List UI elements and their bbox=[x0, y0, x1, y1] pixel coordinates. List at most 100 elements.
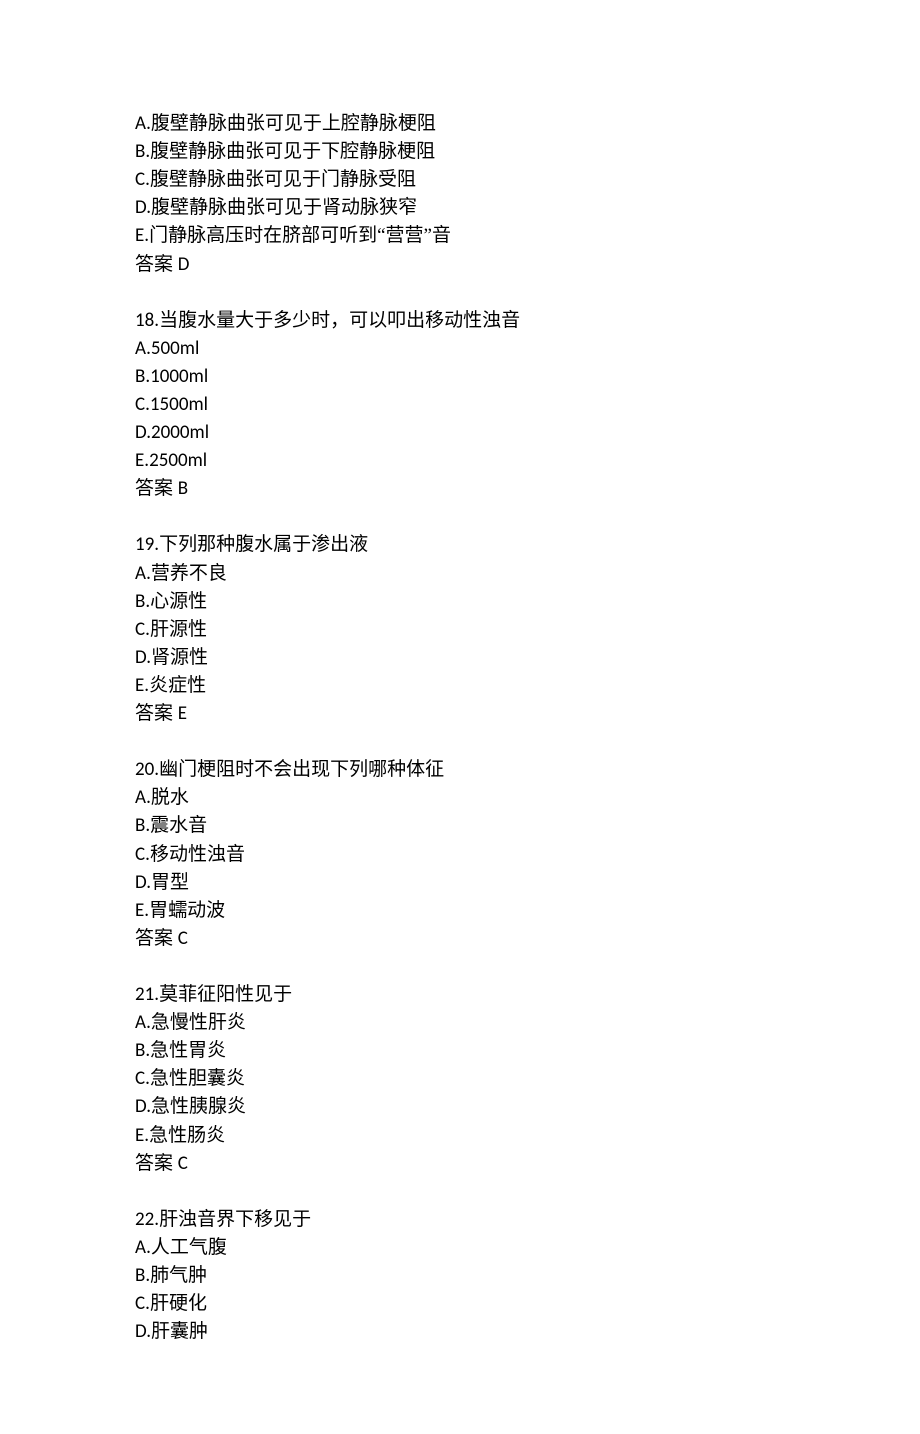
option-e: E.炎症性 bbox=[135, 672, 785, 700]
option-letter: D. bbox=[135, 196, 151, 219]
question-block: 22.肝浊音界下移见于 A.人工气腹 B.肺气肿 C.肝硬化 D.肝囊肿 bbox=[135, 1206, 785, 1347]
answer-line: 答案 C bbox=[135, 1150, 785, 1178]
option-letter: A. bbox=[135, 1011, 151, 1034]
option-text: 肝硬化 bbox=[150, 1293, 207, 1314]
answer-label: 答案 bbox=[135, 1153, 178, 1174]
option-letter: B. bbox=[135, 590, 150, 613]
question-number: 20. bbox=[135, 758, 159, 781]
option-e: E.胃蠕动波 bbox=[135, 897, 785, 925]
option-a: A.500ml bbox=[135, 335, 785, 363]
question-block: 20.幽门梗阻时不会出现下列哪种体征 A.脱水 B.震水音 C.移动性浊音 D.… bbox=[135, 756, 785, 953]
option-d: D.急性胰腺炎 bbox=[135, 1093, 785, 1121]
answer-line: 答案 C bbox=[135, 925, 785, 953]
option-letter: A. bbox=[135, 562, 151, 585]
option-b: B.1000ml bbox=[135, 363, 785, 391]
question-block: A.腹壁静脉曲张可见于上腔静脉梗阻 B.腹壁静脉曲张可见于下腔静脉梗阻 C.腹壁… bbox=[135, 110, 785, 279]
answer-line: 答案 B bbox=[135, 475, 785, 503]
answer-line: 答案 D bbox=[135, 251, 785, 279]
answer-value: D bbox=[178, 253, 190, 276]
answer-line: 答案 E bbox=[135, 700, 785, 728]
option-letter: A. bbox=[135, 786, 151, 809]
option-d: D.胃型 bbox=[135, 869, 785, 897]
answer-value: C bbox=[178, 927, 188, 950]
option-text: 急性胰腺炎 bbox=[151, 1096, 246, 1117]
stem-text: 肝浊音界下移见于 bbox=[159, 1209, 311, 1230]
answer-label: 答案 bbox=[135, 928, 178, 949]
question-number: 21. bbox=[135, 983, 159, 1006]
option-text: 急性胆囊炎 bbox=[150, 1068, 245, 1089]
option-letter: D. bbox=[135, 871, 151, 894]
question-block: 19.下列那种腹水属于渗出液 A.营养不良 B.心源性 C.肝源性 D.肾源性 … bbox=[135, 531, 785, 728]
answer-label: 答案 bbox=[135, 703, 178, 724]
option-text: 急慢性肝炎 bbox=[151, 1012, 246, 1033]
answer-label: 答案 bbox=[135, 478, 178, 499]
question-stem: 22.肝浊音界下移见于 bbox=[135, 1206, 785, 1234]
option-a: A.脱水 bbox=[135, 784, 785, 812]
question-number: 18. bbox=[135, 309, 159, 332]
option-letter: E. bbox=[135, 224, 149, 247]
document-page: A.腹壁静脉曲张可见于上腔静脉梗阻 B.腹壁静脉曲张可见于下腔静脉梗阻 C.腹壁… bbox=[0, 0, 920, 1434]
option-c: C.腹壁静脉曲张可见于门静脉受阻 bbox=[135, 166, 785, 194]
option-letter: E. bbox=[135, 674, 149, 697]
option-e: E.急性肠炎 bbox=[135, 1122, 785, 1150]
option-text: 胃型 bbox=[151, 872, 189, 893]
question-stem: 21.莫菲征阳性见于 bbox=[135, 981, 785, 1009]
question-number: 19. bbox=[135, 533, 159, 556]
option-letter: C. bbox=[135, 618, 150, 641]
option-letter: B. bbox=[135, 1264, 150, 1287]
option-text: 肾源性 bbox=[151, 647, 208, 668]
answer-value: B bbox=[178, 477, 188, 500]
answer-value: E bbox=[178, 702, 187, 725]
option-letter: B. bbox=[135, 1039, 150, 1062]
option-a: A.营养不良 bbox=[135, 560, 785, 588]
option-c: C.急性胆囊炎 bbox=[135, 1065, 785, 1093]
option-text: 腹壁静脉曲张可见于下腔静脉梗阻 bbox=[150, 141, 435, 162]
option-text: 脱水 bbox=[151, 787, 189, 808]
question-block: 21.莫菲征阳性见于 A.急慢性肝炎 B.急性胃炎 C.急性胆囊炎 D.急性胰腺… bbox=[135, 981, 785, 1178]
option-letter: D. bbox=[135, 646, 151, 669]
option-letter: B. bbox=[135, 140, 150, 163]
option-text: 急性胃炎 bbox=[150, 1040, 226, 1061]
option-text: 肝源性 bbox=[150, 619, 207, 640]
option-letter: C. bbox=[135, 1067, 150, 1090]
option-c: C.1500ml bbox=[135, 391, 785, 419]
answer-label: 答案 bbox=[135, 254, 178, 275]
option-text: 肺气肿 bbox=[150, 1265, 207, 1286]
option-b: B.急性胃炎 bbox=[135, 1037, 785, 1065]
option-c: C.肝硬化 bbox=[135, 1290, 785, 1318]
option-text: 人工气腹 bbox=[151, 1237, 227, 1258]
option-letter: D. bbox=[135, 1320, 151, 1343]
option-e: E.门静脉高压时在脐部可听到“营营”音 bbox=[135, 222, 785, 250]
option-letter: E. bbox=[135, 1124, 149, 1147]
option-d: D.肝囊肿 bbox=[135, 1318, 785, 1346]
option-letter: C. bbox=[135, 168, 150, 191]
option-letter: A. bbox=[135, 112, 151, 135]
question-block: 18.当腹水量大于多少时，可以叩出移动性浊音 A.500ml B.1000ml … bbox=[135, 307, 785, 504]
option-text: 炎症性 bbox=[149, 675, 206, 696]
stem-text: 莫菲征阳性见于 bbox=[159, 984, 292, 1005]
option-d: D.2000ml bbox=[135, 419, 785, 447]
option-b: B.腹壁静脉曲张可见于下腔静脉梗阻 bbox=[135, 138, 785, 166]
stem-text: 下列那种腹水属于渗出液 bbox=[159, 534, 368, 555]
option-letter: A. bbox=[135, 1236, 151, 1259]
option-text: 腹壁静脉曲张可见于门静脉受阻 bbox=[150, 169, 416, 190]
option-b: B.心源性 bbox=[135, 588, 785, 616]
option-d: D.腹壁静脉曲张可见于肾动脉狭窄 bbox=[135, 194, 785, 222]
option-b: B.震水音 bbox=[135, 812, 785, 840]
option-text: 营养不良 bbox=[151, 563, 227, 584]
question-stem: 19.下列那种腹水属于渗出液 bbox=[135, 531, 785, 559]
option-b: B.肺气肿 bbox=[135, 1262, 785, 1290]
option-text: 心源性 bbox=[150, 591, 207, 612]
option-text: 腹壁静脉曲张可见于上腔静脉梗阻 bbox=[151, 113, 436, 134]
option-a: A.人工气腹 bbox=[135, 1234, 785, 1262]
option-letter: D. bbox=[135, 1095, 151, 1118]
option-text: 门静脉高压时在脐部可听到“营营”音 bbox=[149, 225, 451, 246]
option-letter: C. bbox=[135, 1292, 150, 1315]
option-c: C.肝源性 bbox=[135, 616, 785, 644]
option-text: 肝囊肿 bbox=[151, 1321, 208, 1342]
stem-text: 当腹水量大于多少时，可以叩出移动性浊音 bbox=[159, 310, 520, 331]
question-stem: 20.幽门梗阻时不会出现下列哪种体征 bbox=[135, 756, 785, 784]
option-d: D.肾源性 bbox=[135, 644, 785, 672]
option-text: 移动性浊音 bbox=[150, 844, 245, 865]
option-text: 震水音 bbox=[150, 815, 207, 836]
